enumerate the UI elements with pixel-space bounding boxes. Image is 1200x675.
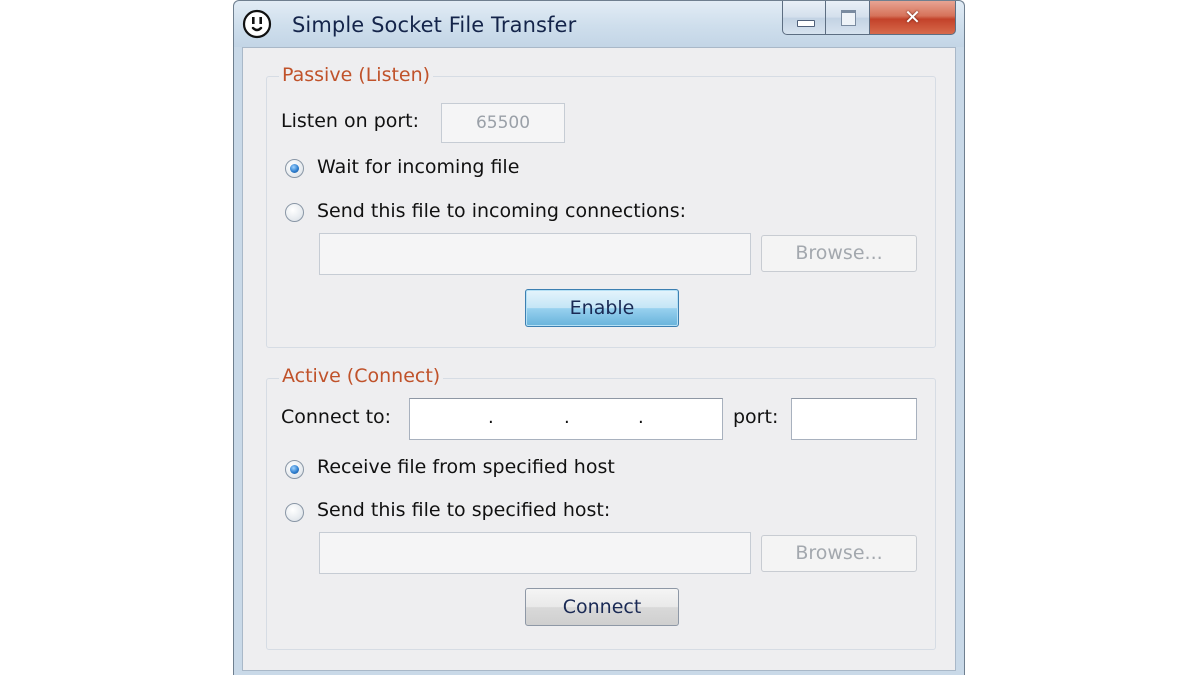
connect-to-label: Connect to: <box>281 406 392 428</box>
active-browse-button[interactable]: Browse... <box>761 535 917 572</box>
maximize-icon <box>841 10 856 26</box>
ip-separator: . <box>488 407 494 428</box>
enable-button[interactable]: Enable <box>525 289 679 327</box>
wait-incoming-label: Wait for incoming file <box>317 156 520 178</box>
ip-separator: . <box>638 407 644 428</box>
power-outlet-icon <box>242 9 272 39</box>
minimize-button[interactable] <box>782 1 826 35</box>
receive-file-radio[interactable] <box>285 460 304 479</box>
client-area: Passive (Listen) Listen on port: 65500 W… <box>242 47 956 671</box>
active-file-path-input[interactable] <box>319 532 751 574</box>
send-specified-label: Send this file to specified host: <box>317 499 611 521</box>
send-incoming-label: Send this file to incoming connections: <box>317 200 686 222</box>
close-button[interactable]: ✕ <box>870 1 956 35</box>
minimize-icon <box>797 20 815 27</box>
receive-file-label: Receive file from specified host <box>317 456 615 478</box>
send-specified-radio[interactable] <box>285 503 304 522</box>
title-bar[interactable]: Simple Socket File Transfer ✕ <box>234 1 964 47</box>
ip-separator: . <box>564 407 570 428</box>
passive-group-title: Passive (Listen) <box>279 64 434 86</box>
active-group-title: Active (Connect) <box>279 365 444 387</box>
ip-address-input[interactable]: . . . <box>409 398 723 440</box>
connect-port-input[interactable] <box>791 398 917 440</box>
listen-port-label: Listen on port: <box>281 110 420 132</box>
passive-file-path-input[interactable] <box>319 233 751 275</box>
wait-incoming-radio[interactable] <box>285 159 304 178</box>
window-title: Simple Socket File Transfer <box>292 13 577 37</box>
listen-port-input[interactable]: 65500 <box>441 103 565 143</box>
maximize-button[interactable] <box>826 1 870 35</box>
main-window: Simple Socket File Transfer ✕ Passive (L… <box>233 0 965 675</box>
send-incoming-radio[interactable] <box>285 203 304 222</box>
port-label: port: <box>733 406 779 428</box>
close-icon: ✕ <box>904 5 921 29</box>
passive-browse-button[interactable]: Browse... <box>761 235 917 272</box>
caption-buttons: ✕ <box>782 1 956 37</box>
connect-button[interactable]: Connect <box>525 588 679 626</box>
